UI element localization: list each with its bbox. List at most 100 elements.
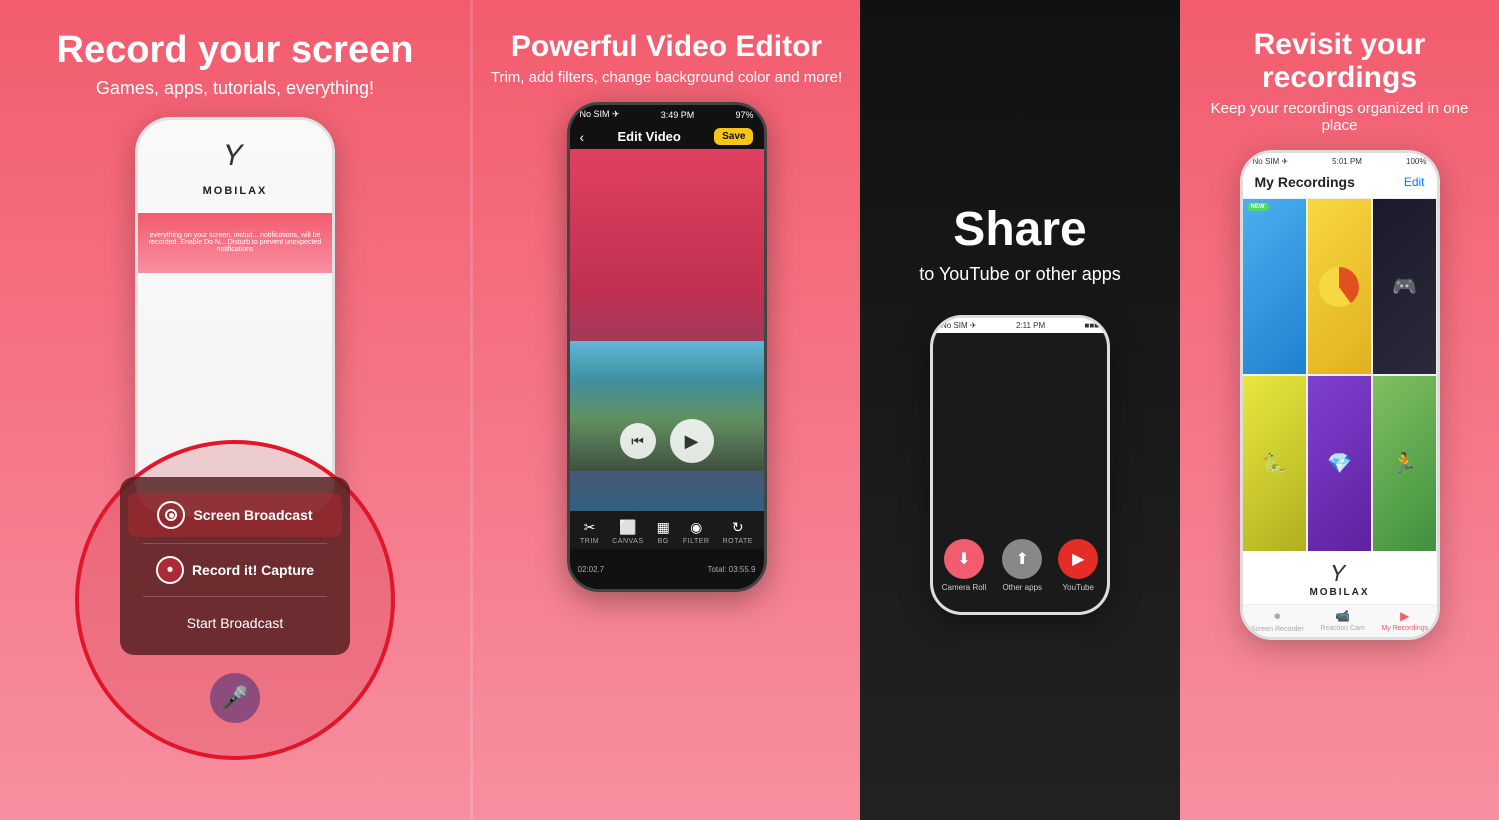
- tool-canvas[interactable]: ⬜ CANVAS: [612, 519, 643, 545]
- panel4-subheadline: Keep your recordings organized in one pl…: [1196, 100, 1483, 134]
- phone2-time-total: Total: 03:55.9: [707, 565, 755, 574]
- phone4-edit-button[interactable]: Edit: [1404, 175, 1425, 189]
- tool-filter[interactable]: ◉ FILTER: [683, 519, 710, 545]
- panel2-subheadline: Trim, add filters, change background col…: [491, 69, 842, 86]
- rotate-label: ROTATE: [723, 538, 753, 545]
- phone4-status-time: 5:01 PM: [1332, 157, 1362, 166]
- tab-my-recordings[interactable]: ▶ My Recordings: [1381, 609, 1428, 633]
- tool-trim[interactable]: ✂ TRIM: [580, 519, 599, 545]
- screen-recorder-tab-label: Screen Recorder: [1251, 626, 1304, 633]
- phone2-timeline: 02:02.7 Total: 03:55.9: [570, 549, 764, 589]
- share-status-left: No SIM ✈: [941, 321, 977, 330]
- camera-roll-label: Camera Roll: [942, 583, 986, 592]
- panel3-share-sub: to YouTube or other apps: [919, 264, 1121, 285]
- phone4-status-left: No SIM ✈: [1253, 157, 1289, 166]
- panel-record-screen: Record your screen Games, apps, tutorial…: [0, 0, 470, 820]
- bg-icon: ▦: [657, 519, 670, 536]
- phone4-status-bar: No SIM ✈ 5:01 PM 100%: [1243, 153, 1437, 170]
- mobilax-slingshot-icon: 𝛶: [226, 140, 245, 173]
- record-capture-row[interactable]: ⏺ Record it! Capture: [120, 548, 350, 592]
- grid-item-6[interactable]: 🏃: [1373, 376, 1436, 551]
- filter-label: FILTER: [683, 538, 710, 545]
- new-badge: NEW: [1247, 203, 1269, 211]
- phone4-logo-text: MOBILAX: [1309, 587, 1369, 598]
- youtube-icon: ▶: [1058, 539, 1098, 579]
- tab-reaction-cam[interactable]: 📹 Reaction Cam: [1320, 609, 1364, 633]
- rotate-icon: ↻: [732, 519, 744, 536]
- panel-share: Share to YouTube or other apps No SIM ✈ …: [860, 0, 1180, 820]
- phone1-notification-text: everything on your screen, includ... not…: [138, 232, 332, 253]
- screen-recorder-tab-icon: ⏺: [1274, 609, 1280, 624]
- phone4-recordings-grid: NEW 🎮 🐍 💎: [1243, 199, 1437, 551]
- grid-item-1[interactable]: NEW: [1243, 199, 1306, 374]
- share-phone-status: No SIM ✈ 2:11 PM ■■■: [933, 318, 1107, 333]
- phone2-status-left: No SIM ✈: [580, 109, 620, 120]
- camera-roll-icon: ⬇: [944, 539, 984, 579]
- phone4-tab-bar: ⏺ Screen Recorder 📹 Reaction Cam ▶ My Re…: [1243, 604, 1437, 637]
- share-youtube[interactable]: ▶ YouTube: [1058, 539, 1098, 592]
- panel-recordings: Revisit your recordings Keep your record…: [1180, 0, 1499, 820]
- start-broadcast-row[interactable]: Start Broadcast: [120, 601, 350, 645]
- other-apps-label: Other apps: [1002, 583, 1042, 592]
- phone2-video-area: ⏮ ▶: [570, 149, 764, 511]
- record-capture-label: Record it! Capture: [192, 562, 314, 578]
- play-button[interactable]: ▶: [670, 419, 714, 463]
- panel3-share-title: Share: [953, 206, 1086, 254]
- phone2-status-bar: No SIM ✈ 3:49 PM 97%: [570, 105, 764, 124]
- mic-button[interactable]: 🎤: [210, 673, 260, 723]
- tool-bg[interactable]: ▦ BG: [657, 519, 670, 545]
- prev-button[interactable]: ⏮: [620, 423, 656, 459]
- panel4-headline: Revisit your recordings: [1196, 28, 1483, 94]
- share-status-time: 2:11 PM: [1016, 321, 1045, 330]
- grid-item-5[interactable]: 💎: [1308, 376, 1371, 551]
- grid-item-3[interactable]: 🎮: [1373, 199, 1436, 374]
- share-status-battery: ■■■: [1085, 321, 1100, 330]
- phone2-back-icon[interactable]: ‹: [580, 129, 585, 145]
- phone2-save-button[interactable]: Save: [714, 128, 753, 145]
- panel2-headline: Powerful Video Editor: [511, 30, 822, 63]
- phone4-slingshot-icon: 𝛶: [1332, 561, 1347, 587]
- phone2-status-time: 3:49 PM: [661, 110, 695, 120]
- panel-video-editor: Powerful Video Editor Trim, add filters,…: [470, 0, 860, 820]
- tool-rotate[interactable]: ↻ ROTATE: [723, 519, 753, 545]
- record-capture-icon: ⏺: [156, 556, 184, 584]
- trim-label: TRIM: [580, 538, 599, 545]
- phone2-header: ‹ Edit Video Save: [570, 124, 764, 149]
- red-circle-container: Screen Broadcast ⏺ Record it! Capture St…: [75, 440, 395, 760]
- phone2-time-start: 02:02.7: [578, 565, 605, 574]
- mobilax-logo-1: MOBILAX: [203, 185, 268, 197]
- panel1-headline: Record your screen: [57, 30, 414, 72]
- share-camera-roll[interactable]: ⬇ Camera Roll: [942, 539, 986, 592]
- panel1-subheadline: Games, apps, tutorials, everything!: [96, 78, 374, 99]
- grid-item-2[interactable]: [1308, 199, 1371, 374]
- red-circle: Screen Broadcast ⏺ Record it! Capture St…: [75, 440, 395, 760]
- filter-icon: ◉: [690, 519, 702, 536]
- phone-mockup-4: No SIM ✈ 5:01 PM 100% My Recordings Edit…: [1240, 150, 1440, 640]
- phone2-video-landscape: ⏮ ▶: [570, 341, 764, 471]
- divider-1: [143, 543, 327, 544]
- phone4-logo-area: 𝛶 MOBILAX: [1243, 551, 1437, 604]
- trim-icon: ✂: [584, 519, 596, 536]
- bg-label: BG: [658, 538, 669, 545]
- canvas-label: CANVAS: [612, 538, 643, 545]
- phone2-status-right: 97%: [735, 110, 753, 120]
- reaction-cam-tab-icon: 📹: [1335, 609, 1350, 623]
- my-recordings-tab-label: My Recordings: [1381, 625, 1428, 632]
- tab-screen-recorder[interactable]: ⏺ Screen Recorder: [1251, 609, 1304, 633]
- youtube-label: YouTube: [1063, 583, 1094, 592]
- share-other-apps[interactable]: ⬆ Other apps: [1002, 539, 1042, 592]
- start-broadcast-label: Start Broadcast: [187, 609, 284, 637]
- phone-mockup-2: No SIM ✈ 3:49 PM 97% ‹ Edit Video Save ⏮…: [567, 102, 767, 592]
- divider-2: [143, 596, 327, 597]
- my-recordings-tab-icon: ▶: [1400, 609, 1409, 623]
- phone4-title: My Recordings: [1255, 174, 1355, 190]
- screen-broadcast-icon: [157, 501, 185, 529]
- phone2-title: Edit Video: [617, 129, 680, 144]
- grid-item-4[interactable]: 🐍: [1243, 376, 1306, 551]
- share-icons-row: ⬇ Camera Roll ⬆ Other apps ▶ YouTube: [942, 539, 1098, 592]
- phone2-toolbar: ✂ TRIM ⬜ CANVAS ▦ BG ◉ FILTER ↻ ROTATE: [570, 511, 764, 549]
- screen-broadcast-row[interactable]: Screen Broadcast: [128, 493, 342, 537]
- phone4-status-right: 100%: [1406, 157, 1426, 166]
- reaction-cam-tab-label: Reaction Cam: [1320, 625, 1364, 632]
- other-apps-icon: ⬆: [1002, 539, 1042, 579]
